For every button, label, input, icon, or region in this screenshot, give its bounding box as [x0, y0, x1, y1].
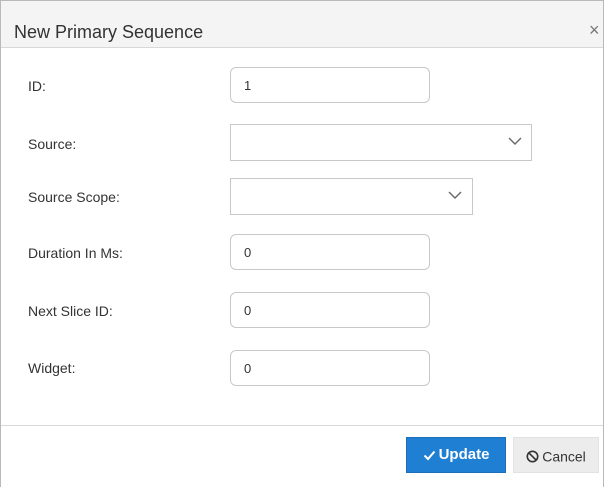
duration-in-ms-input[interactable] — [230, 234, 430, 270]
cancel-button[interactable]: Cancel — [513, 437, 599, 473]
next-slice-id-label: Next Slice ID: — [28, 303, 113, 319]
chevron-down-icon — [448, 191, 462, 199]
update-button[interactable]: Update — [406, 437, 506, 473]
source-scope-label: Source Scope: — [28, 189, 120, 205]
new-primary-sequence-dialog: New Primary Sequence × ID: Source: Sourc… — [0, 0, 604, 487]
source-scope-select[interactable] — [230, 178, 473, 215]
source-select[interactable] — [230, 124, 532, 161]
source-label: Source: — [28, 136, 77, 152]
close-icon[interactable]: × — [589, 19, 600, 41]
id-label: ID: — [28, 78, 46, 94]
update-button-label: Update — [438, 446, 490, 464]
id-input[interactable] — [230, 67, 430, 103]
duration-in-ms-label: Duration In Ms: — [28, 245, 123, 261]
check-icon — [423, 450, 435, 460]
widget-label: Widget: — [28, 360, 76, 376]
widget-input[interactable] — [230, 350, 430, 386]
dialog-title: New Primary Sequence — [14, 22, 204, 42]
cancel-button-label: Cancel — [542, 448, 586, 465]
cancel-circle-icon — [526, 450, 539, 463]
chevron-down-icon — [508, 137, 522, 145]
dialog-header: New Primary Sequence × — [1, 1, 603, 48]
next-slice-id-input[interactable] — [230, 292, 430, 328]
